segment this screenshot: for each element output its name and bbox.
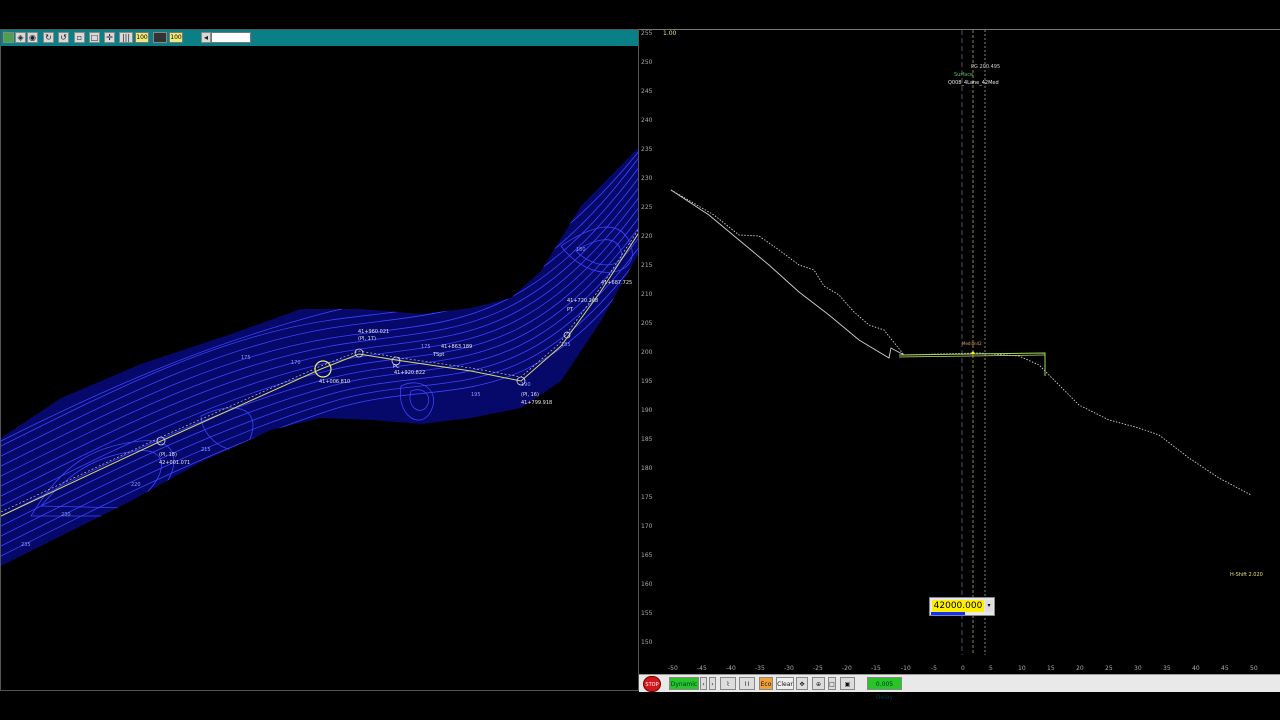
select-icon[interactable]: ▫ [74,32,85,43]
pg-label: PG 200.495 [971,64,1000,70]
svg-text:200: 200 [461,432,471,438]
map-icon[interactable] [3,32,14,43]
median-label: Median42 [962,341,982,346]
grid-icon[interactable] [153,32,167,43]
svg-text:(PI, 18): (PI, 18) [159,452,177,458]
rotate-icon[interactable]: ✥ [796,677,808,690]
svg-text:41+920.822: 41+920.822 [394,370,425,376]
svg-text:185: 185 [561,342,571,348]
svg-text:180: 180 [576,247,586,253]
svg-text:41+960.021: 41+960.021 [358,329,389,335]
svg-text:TSpt: TSpt [432,352,444,358]
dynamic-button[interactable]: Dynamic [669,677,699,690]
svg-text:215: 215 [201,447,211,453]
template-top [898,354,1046,358]
small-window-icon[interactable]: □ [828,677,836,690]
svg-text:PC: PC [393,364,400,370]
cross-section-drawing: PG 200.495 Surface Q008_4Lane_42Med Medi… [670,30,1263,655]
refresh-icon[interactable]: ↺ [58,32,69,43]
rotate-icon[interactable]: ↻ [43,32,54,43]
toolbar-slider[interactable] [211,32,251,43]
station-progress-bar [931,612,965,615]
previous-icon[interactable]: ‹ [700,677,707,690]
svg-text:205: 205 [331,422,341,428]
template-label: Q008_4Lane_42Med [948,80,999,86]
svg-text:42+001.071: 42+001.071 [159,460,190,466]
crosshair-icon[interactable]: ✛ [104,32,115,43]
chevron-down-icon[interactable]: ▾ [985,600,993,612]
station-selector[interactable]: 42000.000 ▾ [929,597,995,616]
svg-text:225: 225 [336,442,346,448]
svg-text:41+863.189: 41+863.189 [441,344,472,350]
window-icon[interactable]: ▣ [840,677,855,690]
existing-ground-line [670,189,905,359]
svg-text:195: 195 [471,392,481,398]
svg-text:230: 230 [61,512,71,518]
layers-icon[interactable]: ◈ [15,32,26,43]
svg-text:PT: PT [567,307,574,313]
section-icon[interactable]: ⌇ [720,677,736,690]
delay-button[interactable]: 0.005 Delay [867,677,902,701]
eco-button[interactable]: Eco [759,677,773,690]
svg-text:(PI, 17): (PI, 17) [358,336,376,342]
plan-view[interactable]: ◈ ◉ ↻ ↺ ▫ □ ✛ ||| 100 100 ◂ 175 170 175 … [0,29,639,691]
svg-text:175: 175 [421,344,431,350]
cross-section-view[interactable]: 1.00 255 250 245 240 235 230 225 220 215… [639,29,1280,674]
svg-text:41+006.810: 41+006.810 [319,379,350,385]
barcode-icon[interactable]: ||| [119,32,133,43]
contour-map: 175 170 175 180 185 190 195 200 205 210 … [1,148,638,566]
sections-icon[interactable]: ⌇⌇ [739,677,755,690]
h-shift-label: H-Shift 2.020 [1230,572,1263,578]
svg-text:210: 210 [291,432,301,438]
svg-text:170: 170 [291,360,301,366]
svg-text:220: 220 [131,482,141,488]
eye-icon[interactable]: ◉ [27,32,38,43]
next-icon[interactable]: › [709,677,716,690]
svg-text:41+687.725: 41+687.725 [601,280,632,286]
toolbar-field-1[interactable]: 100 [135,32,149,43]
crosshair-icon[interactable]: ⊕ [812,677,825,690]
svg-text:235: 235 [21,542,31,548]
svg-text:(PI, 16): (PI, 16) [521,392,539,398]
scroll-left-icon[interactable]: ◂ [201,32,211,43]
surface-profile-line [670,189,1252,496]
plan-toolbar: ◈ ◉ ↻ ↺ ▫ □ ✛ ||| 100 100 ◂ [1,30,638,46]
stop-button[interactable]: STOP [643,676,661,692]
bottom-toolbar: STOP Dynamic ‹ › ⌇ ⌇⌇ Eco Clear ✥ ⊕ □ ▣ … [639,674,1280,701]
station-input[interactable]: 42000.000 [932,600,984,612]
surface-label: Surface [954,72,973,78]
pg-point[interactable] [971,351,975,355]
svg-text:41+720.268: 41+720.268 [567,298,598,304]
toolbar-field-2[interactable]: 100 [169,32,183,43]
svg-text:41+799.918: 41+799.918 [521,400,552,406]
window-icon[interactable]: □ [89,32,100,43]
clear-button[interactable]: Clear [776,677,794,690]
svg-text:175: 175 [241,355,251,361]
